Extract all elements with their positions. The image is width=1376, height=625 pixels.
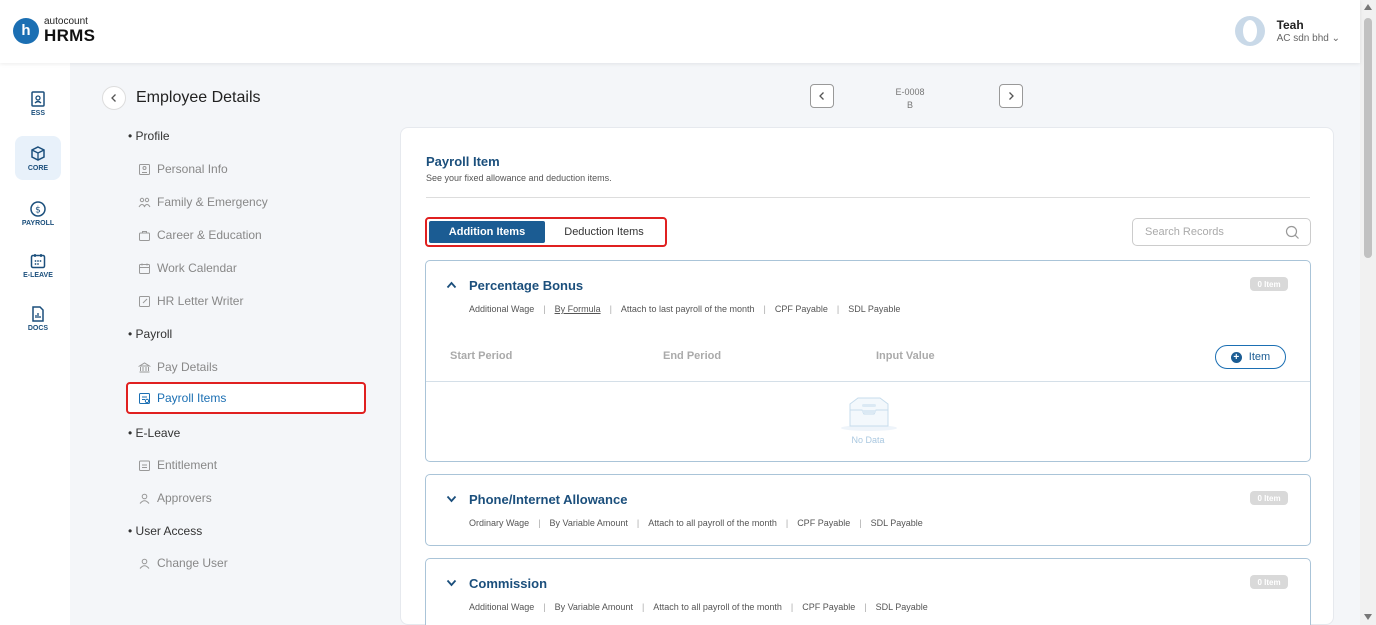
- tab-addition-items[interactable]: Addition Items: [429, 221, 545, 243]
- chevron-down-icon[interactable]: [446, 495, 457, 503]
- column-header-input-value: Input Value: [876, 350, 935, 362]
- user-icon: [139, 493, 150, 504]
- svg-text:$: $: [35, 205, 41, 215]
- item-type-tabs: Addition Items Deduction Items: [425, 217, 667, 247]
- card-subtitle: See your fixed allowance and deduction i…: [426, 173, 612, 183]
- chevron-right-icon: [1009, 92, 1014, 100]
- rail-item-eleave[interactable]: E-LEAVE: [15, 243, 61, 287]
- scroll-down-icon[interactable]: [1364, 614, 1372, 620]
- payroll-item-panel: Percentage Bonus 0 Item Additional Wage |…: [425, 260, 1311, 462]
- card-title: Payroll Item: [426, 154, 500, 169]
- add-item-button[interactable]: + Item: [1215, 345, 1286, 369]
- employee-code: E-0008: [895, 87, 925, 97]
- entitlement-icon: [139, 460, 150, 471]
- calendar-icon: [30, 253, 46, 268]
- employee-name: B: [906, 99, 913, 110]
- section-payroll: • Payroll: [128, 327, 173, 341]
- item-count-badge: 0 Item: [1250, 575, 1288, 589]
- module-rail: ESS CORE $ PAYROLL E-LEAVE DOCS: [0, 63, 70, 625]
- rail-item-payroll[interactable]: $ PAYROLL: [15, 191, 61, 235]
- chevron-left-icon: [111, 94, 116, 102]
- id-card-icon: [139, 163, 150, 175]
- page-title: Employee Details: [136, 89, 261, 106]
- logo-mark: h: [13, 17, 39, 44]
- nav-item-change-user[interactable]: Change User: [138, 550, 228, 576]
- nav-item-approvers[interactable]: Approvers: [138, 485, 212, 511]
- payroll-icon: $: [30, 200, 46, 217]
- chevron-down-icon: ⌄: [1331, 33, 1340, 44]
- item-name[interactable]: Percentage Bonus: [469, 278, 583, 293]
- payroll-item-card: Payroll Item See your fixed allowance an…: [400, 127, 1334, 625]
- item-count-badge: 0 Item: [1250, 491, 1288, 505]
- chevron-left-icon: [819, 92, 824, 100]
- user-company[interactable]: AC sdn bhd ⌄: [1277, 33, 1340, 44]
- empty-state-text: No Data: [851, 435, 885, 445]
- item-count-badge: 0 Item: [1250, 277, 1288, 291]
- nav-item-hr-letter-writer[interactable]: HR Letter Writer: [138, 288, 243, 314]
- user-name: Teah: [1276, 18, 1304, 32]
- nav-item-career-education[interactable]: Career & Education: [138, 222, 262, 248]
- ess-icon: [31, 90, 45, 107]
- app-logo[interactable]: h autocount HRMS: [13, 17, 95, 44]
- calendar-icon: [139, 263, 150, 274]
- item-attributes: Additional Wage | By Variable Amount | Att…: [469, 602, 928, 612]
- logo-bottom-text: HRMS: [44, 26, 96, 45]
- card-divider: [426, 197, 1310, 198]
- back-button[interactable]: [102, 86, 126, 110]
- bank-icon: [138, 361, 151, 372]
- nav-item-payroll-items[interactable]: Payroll Items: [126, 382, 366, 414]
- column-header-end-period: End Period: [663, 350, 722, 362]
- payroll-item-panel: Commission 0 Item Additional Wage | By Va…: [425, 558, 1311, 625]
- user-icon: [139, 558, 150, 569]
- scroll-thumb[interactable]: [1364, 18, 1372, 258]
- column-header-start-period: Start Period: [450, 350, 513, 362]
- nav-item-family-emergency[interactable]: Family & Emergency: [138, 189, 268, 215]
- search-input[interactable]: [1145, 226, 1275, 238]
- chevron-up-icon[interactable]: [446, 281, 457, 289]
- search-icon[interactable]: [1285, 225, 1300, 240]
- table-divider: [426, 381, 1310, 382]
- nav-item-personal-info[interactable]: Personal Info: [138, 156, 228, 182]
- rail-item-core[interactable]: CORE: [15, 136, 61, 180]
- scroll-up-icon[interactable]: [1364, 4, 1372, 10]
- section-profile: • Profile: [128, 129, 170, 143]
- briefcase-icon: [139, 230, 150, 241]
- tab-deduction-items[interactable]: Deduction Items: [545, 221, 663, 243]
- section-eleave: • E-Leave: [128, 426, 181, 440]
- employee-indicator: E-0008 B: [880, 86, 940, 111]
- item-name[interactable]: Commission: [469, 576, 547, 591]
- letter-edit-icon: [139, 295, 150, 307]
- avatar[interactable]: [1234, 16, 1265, 46]
- item-attributes: Ordinary Wage | By Variable Amount | Attac…: [469, 518, 923, 528]
- chevron-down-icon[interactable]: [446, 579, 457, 587]
- search-box[interactable]: [1132, 218, 1311, 246]
- top-bar: h autocount HRMS Teah AC sdn bhd ⌄: [0, 0, 1360, 63]
- plus-icon: +: [1230, 351, 1242, 363]
- empty-box-icon: [841, 397, 897, 431]
- payroll-items-icon: [139, 392, 150, 404]
- core-icon: [31, 145, 45, 161]
- user-menu[interactable]: Teah AC sdn bhd ⌄: [1234, 16, 1340, 46]
- family-icon: [138, 197, 151, 207]
- page-scrollbar[interactable]: [1360, 0, 1376, 625]
- docs-icon: [32, 305, 44, 322]
- payroll-item-panel: Phone/Internet Allowance 0 Item Ordinary…: [425, 474, 1311, 546]
- rail-item-docs[interactable]: DOCS: [15, 296, 61, 340]
- nav-item-work-calendar[interactable]: Work Calendar: [138, 255, 237, 281]
- nav-item-entitlement[interactable]: Entitlement: [138, 452, 217, 478]
- formula-link[interactable]: By Formula: [555, 304, 601, 314]
- next-employee-button[interactable]: [999, 84, 1023, 108]
- previous-employee-button[interactable]: [810, 84, 834, 108]
- nav-item-pay-details[interactable]: Pay Details: [138, 354, 218, 380]
- rail-item-ess[interactable]: ESS: [15, 81, 61, 125]
- item-name[interactable]: Phone/Internet Allowance: [469, 492, 627, 507]
- item-attributes: Additional Wage | By Formula | Attach to l…: [469, 304, 901, 314]
- section-user-access: • User Access: [128, 524, 203, 538]
- subnav-header: Employee Details: [102, 86, 261, 110]
